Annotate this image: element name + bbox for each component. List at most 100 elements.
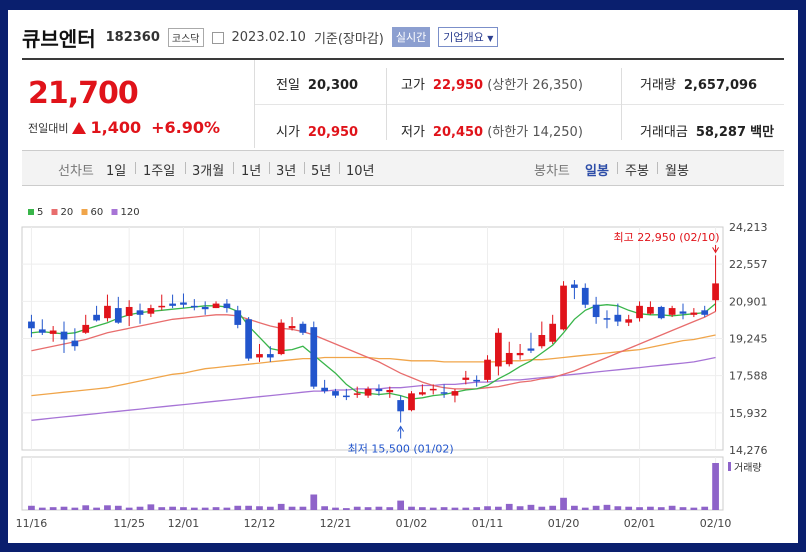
tab-10y[interactable]: 10년 [346, 160, 375, 179]
volume-bar [190, 507, 198, 510]
candle [49, 326, 57, 342]
candle-body [201, 306, 209, 310]
volume-bar [125, 507, 133, 510]
volume-bar [516, 506, 524, 510]
volume-bar [505, 503, 513, 510]
candle-body [71, 340, 79, 347]
x-tick-label: 12/12 [244, 517, 276, 530]
y-tick-label: 17,588 [729, 370, 768, 383]
candle [104, 294, 111, 322]
candle [212, 301, 220, 309]
volume-bar [462, 507, 470, 510]
tab-5y[interactable]: 5년 [311, 160, 331, 179]
tab-1w[interactable]: 1주일 [143, 160, 175, 179]
candle [549, 314, 557, 344]
volume-bar [647, 506, 654, 510]
volume-bar [104, 505, 111, 510]
candle [527, 332, 535, 353]
candle [657, 305, 665, 320]
ma60-line [31, 334, 716, 397]
candle-body [245, 319, 252, 359]
candle [495, 328, 502, 376]
candle [158, 294, 166, 311]
chevron-down-icon: ▼ [487, 34, 494, 43]
candle-body [310, 327, 318, 387]
candle [462, 370, 470, 385]
tab-monthly[interactable]: 월봉 [665, 160, 689, 179]
price-change: 전일대비 1,400 +6.90% [28, 118, 220, 137]
change-amount: 1,400 [90, 118, 142, 137]
candle-body [473, 379, 481, 382]
company-info-dropdown[interactable]: 기업개요 ▼ [438, 27, 499, 47]
candle-body [549, 323, 557, 342]
volume-bar [169, 506, 176, 510]
candle-body [136, 310, 144, 315]
legend-label: 60 [91, 207, 104, 218]
candle-body [625, 319, 633, 323]
volume-bar [473, 507, 481, 510]
volume-bar [234, 505, 242, 510]
candle-body [451, 391, 459, 396]
candle [201, 301, 209, 315]
tab-1y[interactable]: 1년 [241, 160, 261, 179]
tab-3m[interactable]: 3개월 [192, 160, 224, 179]
candle-body [614, 314, 622, 322]
change-label: 전일대비 [28, 121, 69, 135]
volume-bar [245, 505, 252, 510]
company-info-label: 기업개요 [443, 31, 484, 44]
volume-bar [538, 506, 546, 510]
candle-body [114, 308, 122, 323]
candle [473, 375, 481, 387]
candle-body [636, 305, 643, 319]
candle [60, 321, 68, 353]
candle [310, 321, 318, 389]
volume-bar [484, 506, 491, 510]
candle [82, 314, 90, 334]
y-tick-label: 14,276 [729, 444, 768, 457]
y-tick-label: 19,245 [729, 333, 768, 346]
candle-body [82, 324, 90, 333]
volume-label: 거래량 [734, 462, 762, 474]
candle-body [277, 322, 285, 355]
candle-body [484, 359, 491, 380]
stock-header: 큐브엔터 182360 코스닥 2023.02.10 기준(장마감) 실시간 기… [22, 22, 499, 52]
volume-bar [712, 463, 719, 510]
tab-3y[interactable]: 3년 [276, 160, 296, 179]
candle-chart-label: 봉차트 [534, 164, 570, 179]
legend-swatch [111, 209, 118, 215]
low-annotation: 최저 15,500 (01/02) [348, 443, 454, 456]
candle [603, 310, 611, 329]
candle-body [560, 285, 567, 330]
candle-body [38, 329, 46, 333]
candle-body [408, 393, 415, 411]
volume-bar [212, 507, 220, 510]
tab-weekly[interactable]: 주봉 [625, 160, 649, 179]
candle-body [125, 306, 133, 316]
candle-body [397, 400, 405, 412]
tab-1d[interactable]: 1일 [106, 160, 126, 179]
candle [256, 343, 263, 362]
candle-body [679, 311, 687, 314]
stock-chart: 5 20 60 120 24,213 22,557 20,901 19,245 17,588 15… [16, 207, 768, 530]
tab-daily[interactable]: 일봉 [585, 160, 609, 179]
candle-body [429, 388, 437, 391]
candle-body [505, 352, 513, 365]
candle [679, 303, 687, 320]
candle-body [603, 318, 611, 320]
candle [38, 319, 46, 336]
volume-bar [332, 507, 339, 510]
volume-bar [625, 506, 633, 510]
volume-bar [49, 507, 57, 510]
realtime-button[interactable]: 실시간 [391, 27, 431, 47]
y-tick-label: 24,213 [729, 221, 768, 234]
candle [277, 319, 285, 356]
x-tick-label: 02/10 [700, 517, 732, 530]
candle-body [690, 312, 698, 315]
volume-bar [223, 507, 231, 510]
stat-high: 고가 22,950 (상한가 26,350) [401, 78, 583, 93]
volume-bar [571, 505, 578, 510]
candle-body [180, 302, 187, 305]
stat-open: 시가 20,950 [276, 125, 359, 140]
candle [136, 303, 144, 324]
stats-divider [255, 104, 784, 105]
